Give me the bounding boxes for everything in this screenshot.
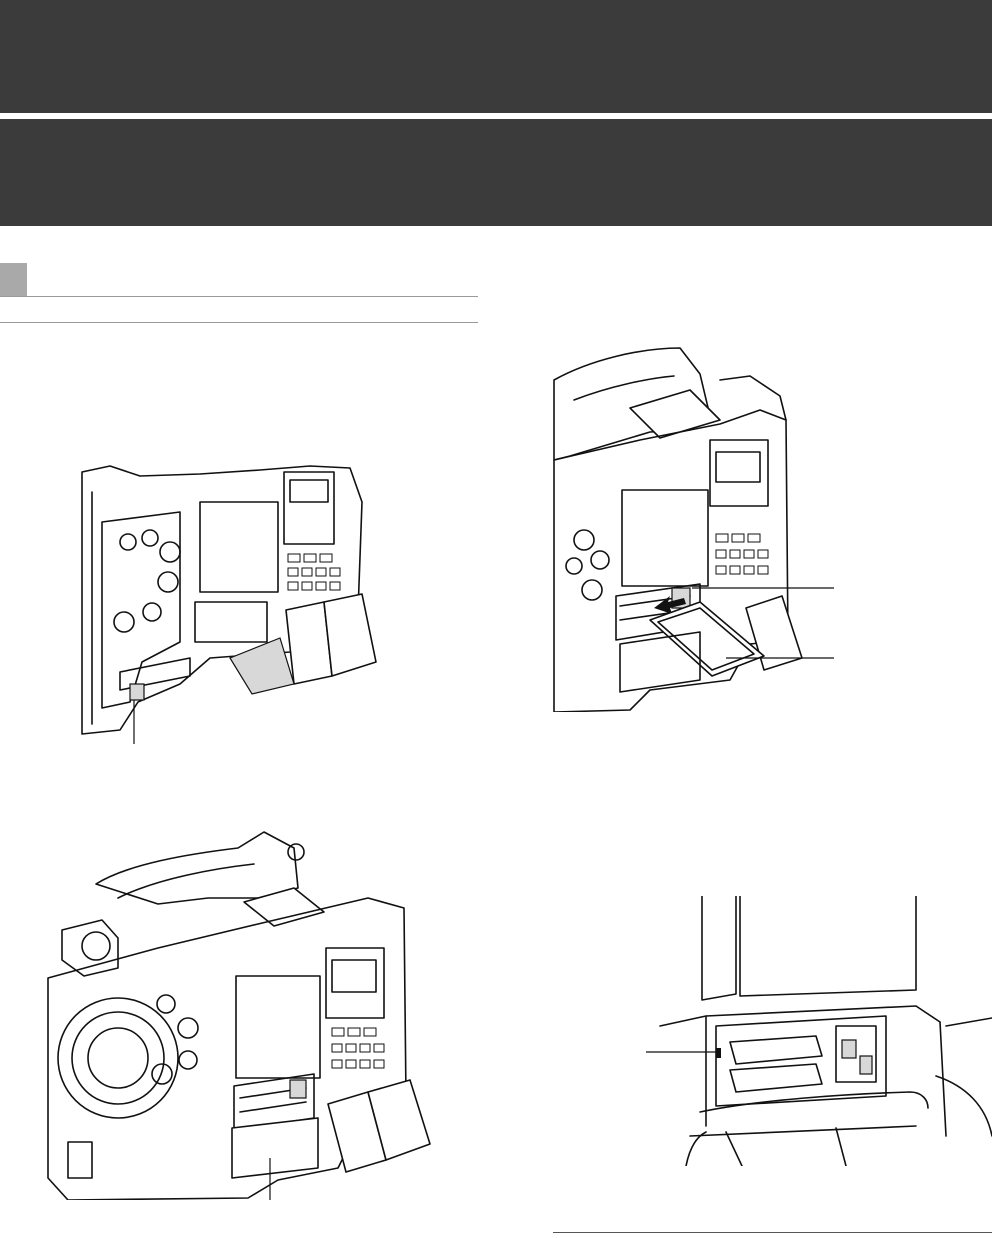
header-band-title — [0, 119, 992, 226]
figure-camera-panel-latch — [80, 462, 380, 744]
figure-camera-cover-open — [38, 828, 442, 1200]
figure-card-insertion — [550, 340, 840, 712]
section-body-rule — [0, 322, 478, 323]
figure-slot-closeup — [646, 896, 992, 1166]
section-marker — [0, 263, 27, 297]
footer-rule — [553, 1232, 992, 1233]
header-band-top — [0, 0, 992, 113]
section-heading-rule — [0, 296, 478, 297]
